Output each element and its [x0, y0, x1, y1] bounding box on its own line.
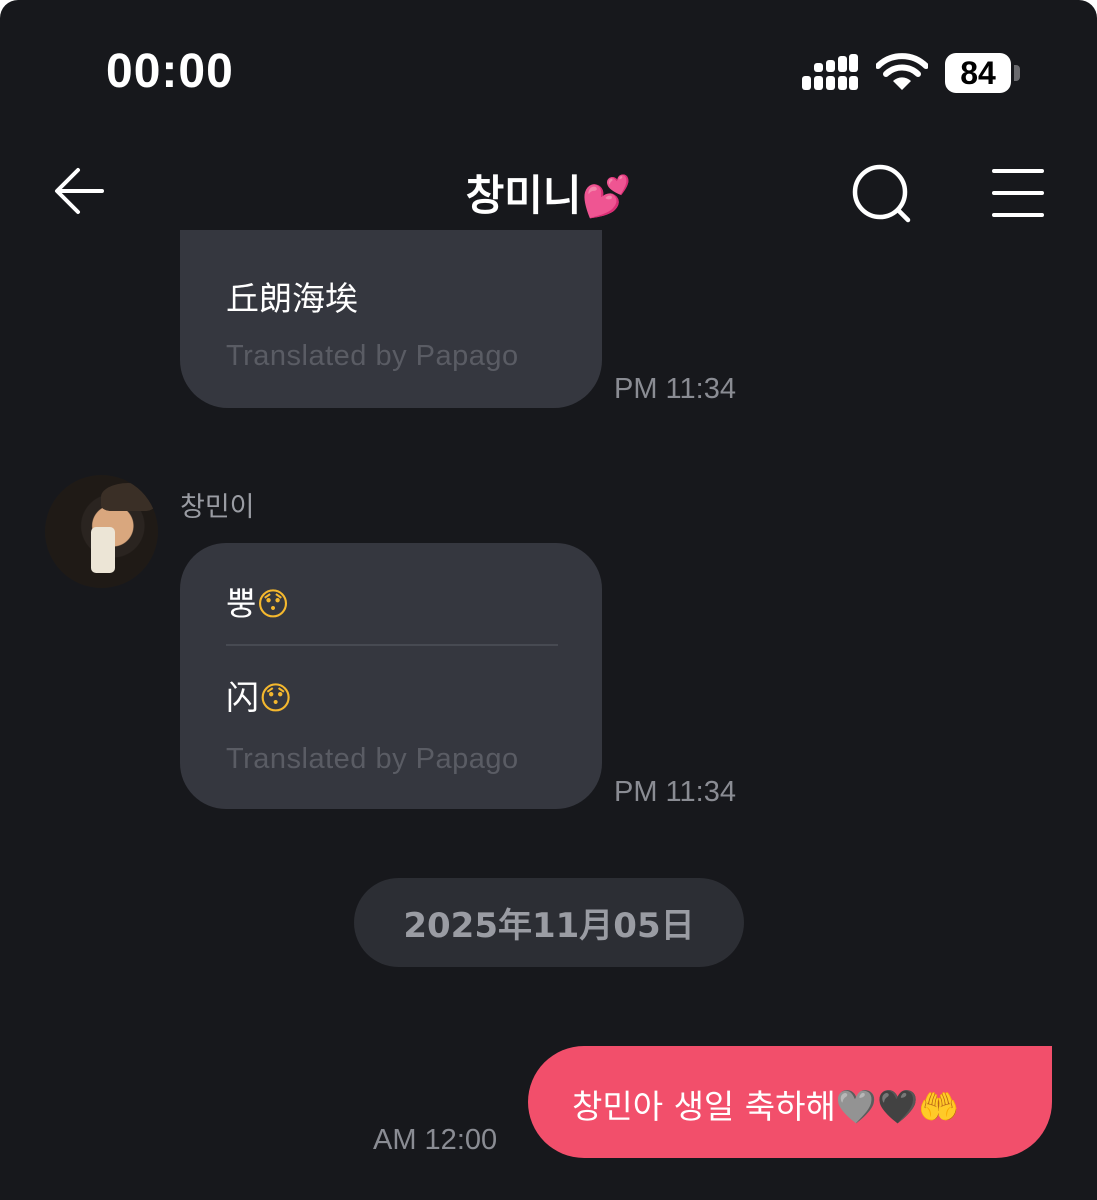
message-text: 丘朗海埃: [226, 279, 358, 318]
my-message-text: 창민아 생일 축하해🩶🖤🤲: [572, 1080, 959, 1128]
translation-divider: [226, 644, 558, 646]
search-icon[interactable]: [850, 162, 914, 226]
my-message-body: 창민아 생일 축하해: [572, 1087, 836, 1126]
message-bubble[interactable]: 뿡😯 闪😯 Translated by Papago: [180, 543, 602, 809]
chat-title: 창미니💕: [0, 162, 1097, 223]
black-heart-icon: 🖤: [876, 1087, 919, 1126]
message-time: PM 11:34: [614, 373, 736, 405]
translated-label: Translated by Papago: [226, 340, 519, 372]
hushed-face-icon: 😯: [256, 585, 290, 623]
translated-text: 闪: [226, 678, 259, 717]
grey-heart-icon: 🩶: [835, 1087, 877, 1126]
menu-icon[interactable]: [990, 166, 1046, 220]
avatar[interactable]: [45, 475, 158, 588]
avatar-hair: [101, 483, 155, 511]
chat-screen: 00:00 84 창미니💕 丘朗海埃 Translated by Papago: [0, 0, 1097, 1200]
chat-title-text: 창미니: [465, 171, 582, 220]
avatar-phone: [91, 527, 115, 573]
message-time: PM 11:34: [614, 776, 736, 808]
battery-cap: [1014, 65, 1020, 81]
hushed-face-icon: 😯: [259, 679, 293, 717]
message-bubble[interactable]: 丘朗海埃 Translated by Papago: [180, 230, 602, 408]
translated-label: Translated by Papago: [226, 743, 519, 775]
my-message-bubble[interactable]: 창민아 생일 축하해🩶🖤🤲: [528, 1046, 1052, 1158]
translated-message: 闪😯: [226, 671, 292, 719]
date-divider: 2025年11月05日: [354, 878, 744, 967]
palms-up-icon: 🤲: [918, 1087, 960, 1126]
two-hearts-icon: 💕: [581, 174, 632, 220]
wifi-icon: [876, 53, 928, 90]
sender-name: 창민이: [180, 492, 255, 523]
battery-indicator: 84: [945, 53, 1011, 93]
battery-level: 84: [960, 54, 996, 91]
signal-icon: [802, 54, 858, 90]
status-time: 00:00: [106, 45, 234, 98]
original-message: 뿡😯: [226, 577, 290, 625]
my-message-time: AM 12:00: [373, 1124, 498, 1156]
original-text: 뿡: [226, 584, 257, 623]
